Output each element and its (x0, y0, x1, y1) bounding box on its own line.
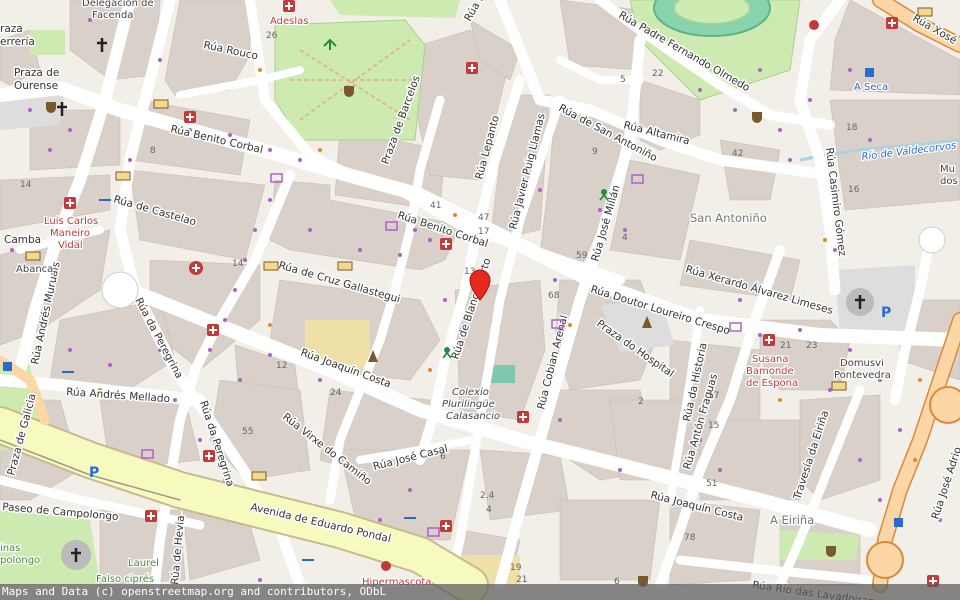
bank-icon[interactable] (251, 471, 267, 481)
pharmacy-icon[interactable] (203, 450, 215, 462)
bus-stop-icon[interactable] (3, 362, 12, 371)
pharmacy-icon[interactable] (64, 197, 76, 209)
house-number: 4 (622, 233, 628, 243)
place-label-susana-3: de Espona (746, 378, 798, 389)
house-number: 2 (638, 397, 644, 407)
place-label-praza-ferraria-2: errería (0, 36, 35, 48)
church-icon[interactable] (61, 540, 91, 570)
place-label-adeslas: Adeslas (270, 16, 309, 27)
house-number: 22 (652, 69, 663, 79)
svg-text:P: P (89, 465, 99, 481)
cafe-icon[interactable] (826, 546, 836, 557)
place-label-laurel: Laurel (128, 558, 159, 569)
house-number: 18 (846, 123, 858, 133)
vet-icon[interactable] (381, 561, 391, 571)
house-number: 16 (848, 185, 860, 195)
place-label-susana-2: Bamonde (746, 366, 794, 377)
place-label-campolongo-1: inas (0, 543, 20, 554)
place-label-praza-ourense-1: Praza de (14, 67, 59, 79)
parking-icon[interactable]: P (89, 465, 99, 481)
place-label-domusvi-1: Domusvi (840, 358, 884, 369)
house-number: 47 (478, 213, 489, 223)
cafe-icon[interactable] (752, 112, 762, 123)
bank-icon[interactable] (115, 171, 131, 181)
place-label-delegacion-2: Facenda (92, 10, 133, 21)
place-label-a-seca: A Seca (854, 82, 888, 93)
house-number: 12 (276, 361, 287, 371)
district-label-san-antonino: San Antoniño (690, 211, 767, 225)
house-number: 78 (684, 533, 696, 543)
house-number: 17 (708, 391, 719, 401)
house-number: 14 (20, 180, 32, 190)
pharmacy-icon[interactable] (440, 238, 452, 250)
place-label-susana-1: Susana (752, 354, 789, 365)
pharmacy-icon[interactable] (440, 520, 452, 532)
house-number: 5 (620, 75, 626, 85)
hospital-icon[interactable] (189, 261, 203, 275)
place-label-colexio-2: Plurilingüe (442, 399, 495, 410)
house-number: 23 (806, 341, 817, 351)
house-number: 15 (708, 421, 719, 431)
place-label-campolongo-2: polongo (0, 555, 40, 566)
pharmacy-icon[interactable] (207, 324, 219, 336)
cafe-icon[interactable] (344, 86, 354, 97)
house-number: 42 (732, 149, 743, 159)
svg-text:P: P (881, 305, 891, 321)
district-label-a-eirina: A Eiriña (770, 513, 814, 527)
pharmacy-icon[interactable] (466, 62, 478, 74)
place-label-luis-carlos-1: Luis Carlos (44, 216, 98, 227)
bank-icon[interactable] (917, 7, 933, 17)
bank-icon[interactable] (263, 261, 279, 271)
bus-stop-icon[interactable] (865, 68, 874, 77)
place-label-delegacion-1: Delegación de (82, 0, 154, 9)
pharmacy-icon[interactable] (184, 111, 196, 123)
place-label-luis-carlos-2: Maneiro (50, 228, 90, 239)
pharmacy-icon[interactable] (886, 17, 898, 29)
vet-icon[interactable] (809, 20, 819, 30)
street-label-camba: Camba (4, 234, 41, 246)
house-number: 55 (242, 427, 253, 437)
house-number: 21 (780, 341, 791, 351)
pharmacy-icon[interactable] (763, 334, 775, 346)
map-attribution: Maps and Data (c) openstreetmap.org and … (0, 584, 960, 600)
house-number: 2.4 (480, 491, 495, 501)
map-canvas[interactable]: Rúa Rouco Rúa Benito Corbal Rúa Benito C… (0, 0, 960, 600)
house-number: 14 (232, 259, 244, 269)
pharmacy-icon[interactable] (283, 0, 295, 12)
cafe-icon[interactable] (46, 102, 56, 113)
house-number: 8 (150, 146, 156, 156)
bus-stop-icon[interactable] (894, 518, 903, 527)
bank-icon[interactable] (153, 99, 169, 109)
place-label-colexio-1: Colexio (452, 387, 489, 398)
bank-icon[interactable] (25, 251, 41, 261)
pharmacy-icon[interactable] (517, 411, 529, 423)
place-label-colexio-3: Calasancio (446, 411, 500, 422)
place-label-museo-1: Mu (940, 164, 955, 175)
house-number: 17 (478, 227, 489, 237)
place-label-praza-ourense-2: Ourense (14, 80, 58, 92)
house-number: 41 (430, 201, 441, 211)
place-label-abanca: Abanca (16, 264, 53, 275)
parking-icon[interactable]: P (881, 305, 891, 321)
bank-icon[interactable] (831, 381, 847, 391)
house-number: 24 (330, 388, 342, 398)
church-icon[interactable] (846, 288, 874, 316)
place-label-luis-carlos-3: Vidal (58, 240, 83, 251)
house-number: 59 (576, 251, 588, 261)
bank-icon[interactable] (337, 261, 353, 271)
map-view[interactable]: Rúa Rouco Rúa Benito Corbal Rúa Benito C… (0, 0, 960, 600)
house-number: 6 (440, 452, 446, 462)
house-number: 51 (706, 479, 717, 489)
place-label-domusvi-2: Pontevedra (834, 370, 891, 381)
house-number: 4 (486, 505, 492, 515)
house-number: 19 (510, 563, 522, 573)
place-label-museo-2: dos (940, 176, 958, 187)
house-number: 26 (266, 31, 278, 41)
pharmacy-icon[interactable] (145, 510, 157, 522)
house-number: 68 (548, 291, 560, 301)
house-number: 9 (592, 147, 598, 157)
place-label-praza-ferraria-1: raza (0, 23, 23, 35)
